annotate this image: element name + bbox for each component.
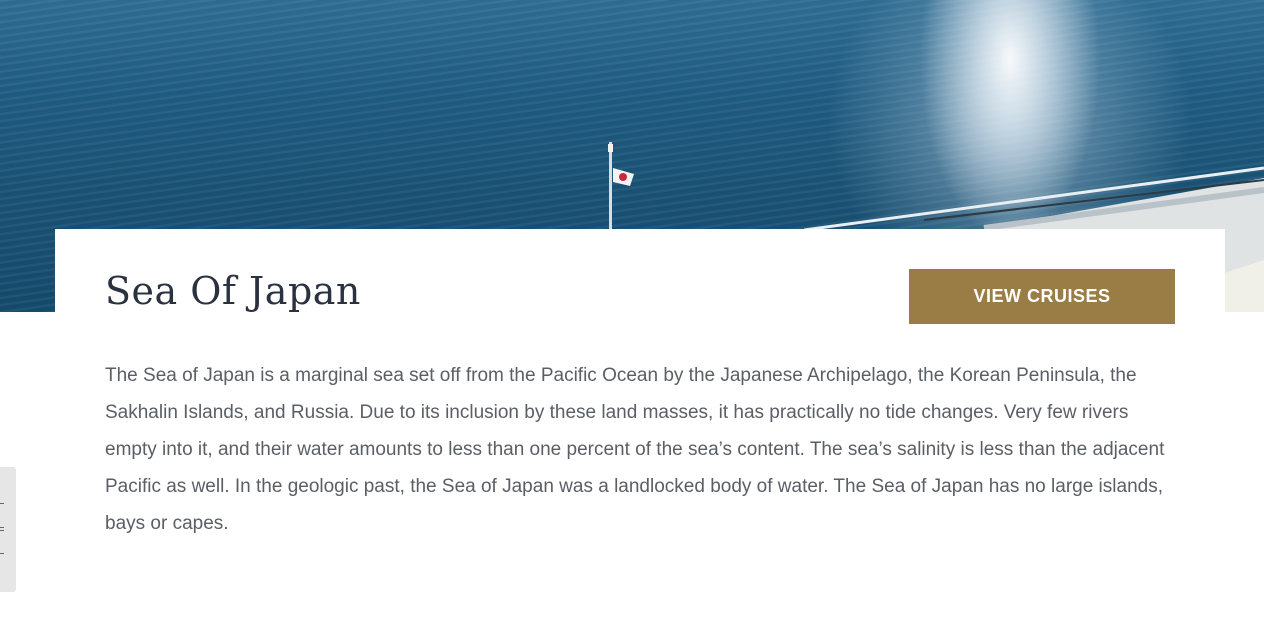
page-title: Sea Of Japan bbox=[105, 269, 361, 313]
feedback-tab-icon bbox=[0, 527, 4, 528]
feedback-tab-icon bbox=[0, 530, 4, 531]
destination-description: The Sea of Japan is a marginal sea set o… bbox=[105, 365, 1165, 534]
feedback-tab-icon bbox=[0, 553, 4, 554]
flag-mast-icon bbox=[608, 142, 634, 232]
feedback-tab-icon bbox=[0, 503, 4, 504]
destination-card: Sea Of Japan VIEW CRUISES The Sea of Jap… bbox=[55, 229, 1225, 569]
feedback-side-tab[interactable] bbox=[0, 467, 16, 592]
view-cruises-button[interactable]: VIEW CRUISES bbox=[909, 269, 1175, 324]
